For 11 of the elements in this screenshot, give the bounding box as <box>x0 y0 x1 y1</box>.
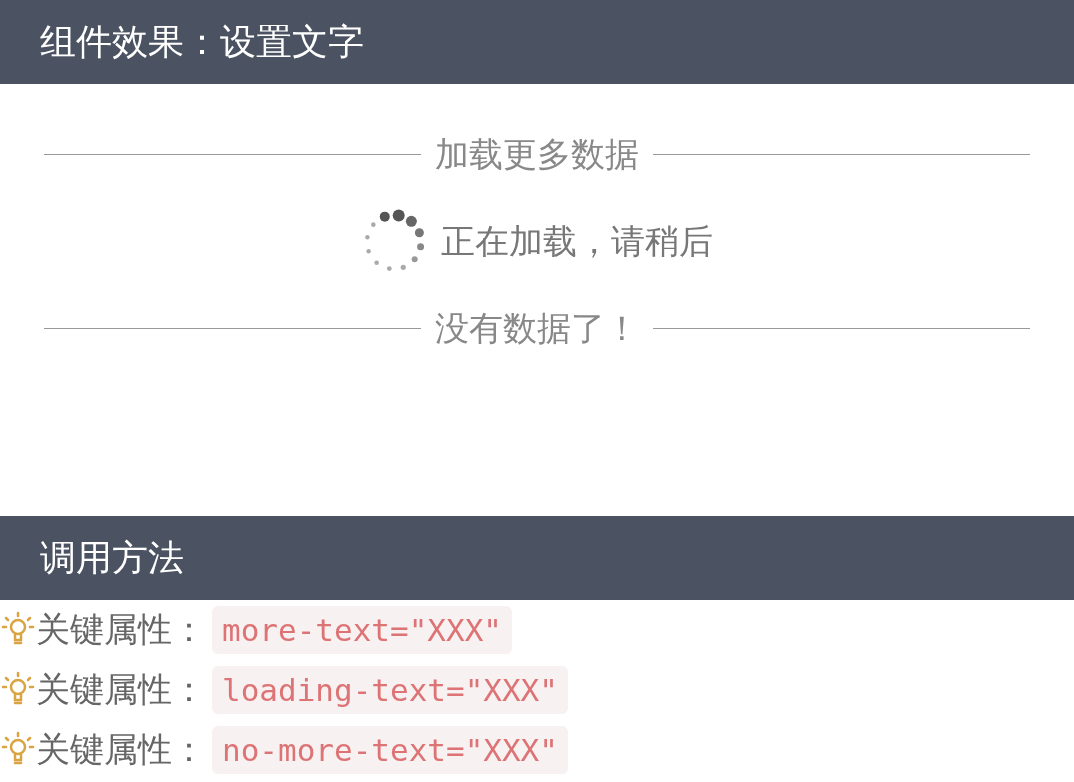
divider-label: 没有数据了！ <box>435 306 639 350</box>
attribute-label: 关键属性： <box>36 728 206 771</box>
divider-label: 加载更多数据 <box>435 132 639 176</box>
code-snippet: loading-text="XXX" <box>212 666 568 714</box>
section-title: 组件效果：设置文字 <box>40 20 364 64</box>
code-snippet: no-more-text="XXX" <box>212 726 568 774</box>
attribute-label: 关键属性： <box>36 668 206 711</box>
attribute-label: 关键属性： <box>36 608 206 651</box>
loading-text: 正在加载，请稍后 <box>441 219 713 263</box>
section-title: 调用方法 <box>40 536 184 580</box>
code-snippet: more-text="XXX" <box>212 606 512 654</box>
